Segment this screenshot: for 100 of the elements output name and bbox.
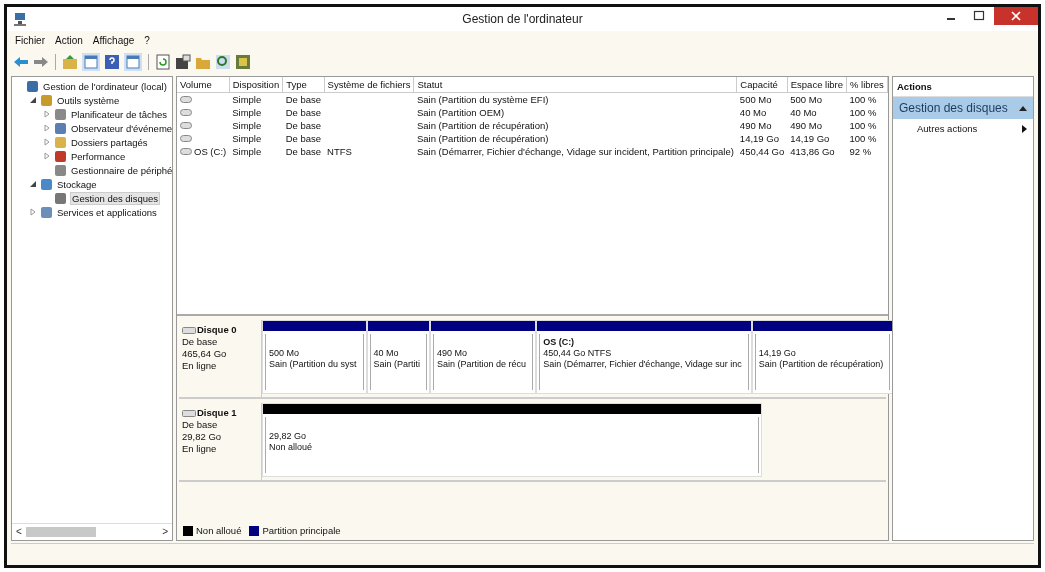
collapse-icon[interactable] [1019, 105, 1027, 111]
table-cell: 92 % [849, 146, 872, 157]
partition-text: 29,82 Go [269, 431, 308, 442]
partition-block[interactable]: OS (C:) 450,44 Go NTFS Sain (Démarrer, Fichier d'échange, Vidage sur inc [536, 320, 752, 394]
legend-label: Non alloué [196, 525, 242, 536]
action-link[interactable]: Autres actions [917, 123, 978, 134]
table-cell: 100 % [849, 94, 877, 105]
folder-up-icon[interactable] [62, 54, 78, 70]
tree-item-icon [54, 107, 67, 121]
tree-item-icon [40, 93, 53, 107]
collapse-arrow-icon[interactable] [29, 180, 37, 188]
legend-label: Partition principale [262, 525, 341, 536]
menu-item[interactable]: ? [144, 35, 150, 46]
table-cell: Simple [232, 133, 262, 144]
collapse-arrow-icon[interactable] [29, 96, 37, 104]
forward-icon[interactable] [33, 55, 49, 69]
table-cell: 500 Mo [739, 94, 772, 105]
close-button[interactable] [994, 7, 1038, 25]
table-cell: De base [285, 146, 322, 157]
table-cell: De base [285, 120, 322, 131]
tree-item-icon [54, 121, 67, 135]
menu-item[interactable]: Affichage [92, 35, 135, 46]
menu-item[interactable]: Action [55, 35, 83, 46]
partition-text: Sain (Partiti [373, 359, 421, 370]
panel-icon[interactable] [82, 53, 100, 71]
partition-text: Sain (Partition du syst [269, 359, 357, 370]
refresh-icon[interactable] [155, 54, 171, 70]
tree-item[interactable]: Gestionnaire de périphé [70, 164, 172, 176]
tree-item[interactable]: Services et applications [56, 206, 158, 218]
back-icon[interactable] [13, 55, 29, 69]
table-cell: 100 % [849, 120, 877, 131]
partition-block[interactable]: 490 Mo Sain (Partition de récu [430, 320, 537, 394]
column-header[interactable]: Statut [413, 77, 737, 93]
tree-item[interactable]: Planificateur de tâches [70, 108, 169, 120]
table-cell: 490 Mo [790, 120, 822, 131]
table-cell: OS (C:) [194, 146, 227, 157]
table-cell: De base [285, 107, 322, 118]
partition-block[interactable]: 500 Mo Sain (Partition du syst [262, 320, 367, 394]
partition-text: 500 Mo [269, 348, 301, 359]
table-cell: De base [285, 133, 322, 144]
tree-item[interactable]: Performance [70, 150, 127, 162]
table-cell: 100 % [849, 133, 877, 144]
partition-text: 450,44 Go NTFS [543, 348, 613, 359]
expand-arrow-icon[interactable] [43, 152, 51, 160]
panel-icon[interactable] [124, 53, 142, 71]
drive-icon [180, 135, 192, 142]
table-cell: Sain (Démarrer, Fichier d'échange, Vidage sur incident, Partition principale) [416, 146, 734, 157]
drive-icon [180, 96, 192, 103]
tree-item[interactable]: Gestion de l'ordinateur (local) [42, 80, 168, 92]
scroll-left-button[interactable]: < [16, 526, 22, 538]
expand-arrow-icon[interactable] [43, 110, 51, 118]
partition-block[interactable]: 14,19 Go Sain (Partition de récupération) [751, 320, 894, 394]
column-header[interactable]: Espace libre [787, 77, 847, 93]
scroll-right-button[interactable]: > [162, 526, 168, 538]
table-cell: 14,19 Go [790, 133, 830, 144]
disk-name: Disque 0 [197, 324, 237, 336]
table-cell: Sain (Partition de récupération) [416, 120, 549, 131]
scrollbar-thumb[interactable] [25, 527, 96, 537]
expand-arrow-icon[interactable] [29, 208, 37, 216]
column-header[interactable]: % libres [846, 77, 888, 93]
table-cell: Simple [232, 146, 262, 157]
table-cell: 500 Mo [790, 94, 822, 105]
tree-item[interactable]: Observateur d'événeme [70, 122, 172, 134]
tree-item-icon [54, 135, 67, 149]
partition-text: Sain (Partition de récu [437, 359, 527, 370]
expand-arrow-icon[interactable] [43, 124, 51, 132]
column-header[interactable]: Volume [177, 77, 230, 93]
tree-item-icon [54, 163, 67, 177]
expand-arrow-icon[interactable] [43, 138, 51, 146]
menu-item[interactable]: Fichier [15, 35, 45, 46]
help-icon[interactable] [104, 54, 120, 70]
window-title: Gestion de l'ordinateur [462, 12, 583, 26]
partition-text: Sain (Partition de récupération) [758, 359, 884, 370]
table-cell: De base [285, 94, 322, 105]
column-header[interactable]: Disposition [229, 77, 283, 93]
tree-item[interactable]: Gestion des disques [70, 191, 161, 205]
partition-text: 40 Mo [373, 348, 400, 359]
table-cell: Simple [232, 94, 262, 105]
tree-item[interactable]: Outils système [56, 94, 121, 106]
table-cell: NTFS [327, 146, 352, 157]
drive-icon [180, 148, 192, 155]
table-cell: 450,44 Go [739, 146, 785, 157]
partition-text: 14,19 Go [758, 348, 797, 359]
tree-item[interactable]: Dossiers partagés [70, 136, 149, 148]
table-cell: 14,19 Go [739, 133, 779, 144]
column-header[interactable]: Capacité [736, 77, 788, 93]
app-icon [13, 12, 27, 26]
tree-item-icon [26, 79, 39, 93]
partition-block[interactable]: 40 Mo Sain (Partiti [366, 320, 431, 394]
table-cell: Sain (Partition de récupération) [416, 133, 549, 144]
partition-text: 490 Mo [437, 348, 469, 359]
table-cell: Simple [232, 107, 262, 118]
partition-block[interactable]: 29,82 Go Non alloué [262, 403, 762, 477]
table-cell: Simple [232, 120, 262, 131]
column-header[interactable]: Type [282, 77, 325, 93]
tree-item[interactable]: Stockage [56, 178, 98, 190]
tree-item-icon [40, 177, 53, 191]
column-header[interactable]: Système de fichiers [324, 77, 414, 93]
table-cell: Sain (Partition du système EFI) [416, 94, 549, 105]
partition-text: Non alloué [269, 442, 314, 453]
